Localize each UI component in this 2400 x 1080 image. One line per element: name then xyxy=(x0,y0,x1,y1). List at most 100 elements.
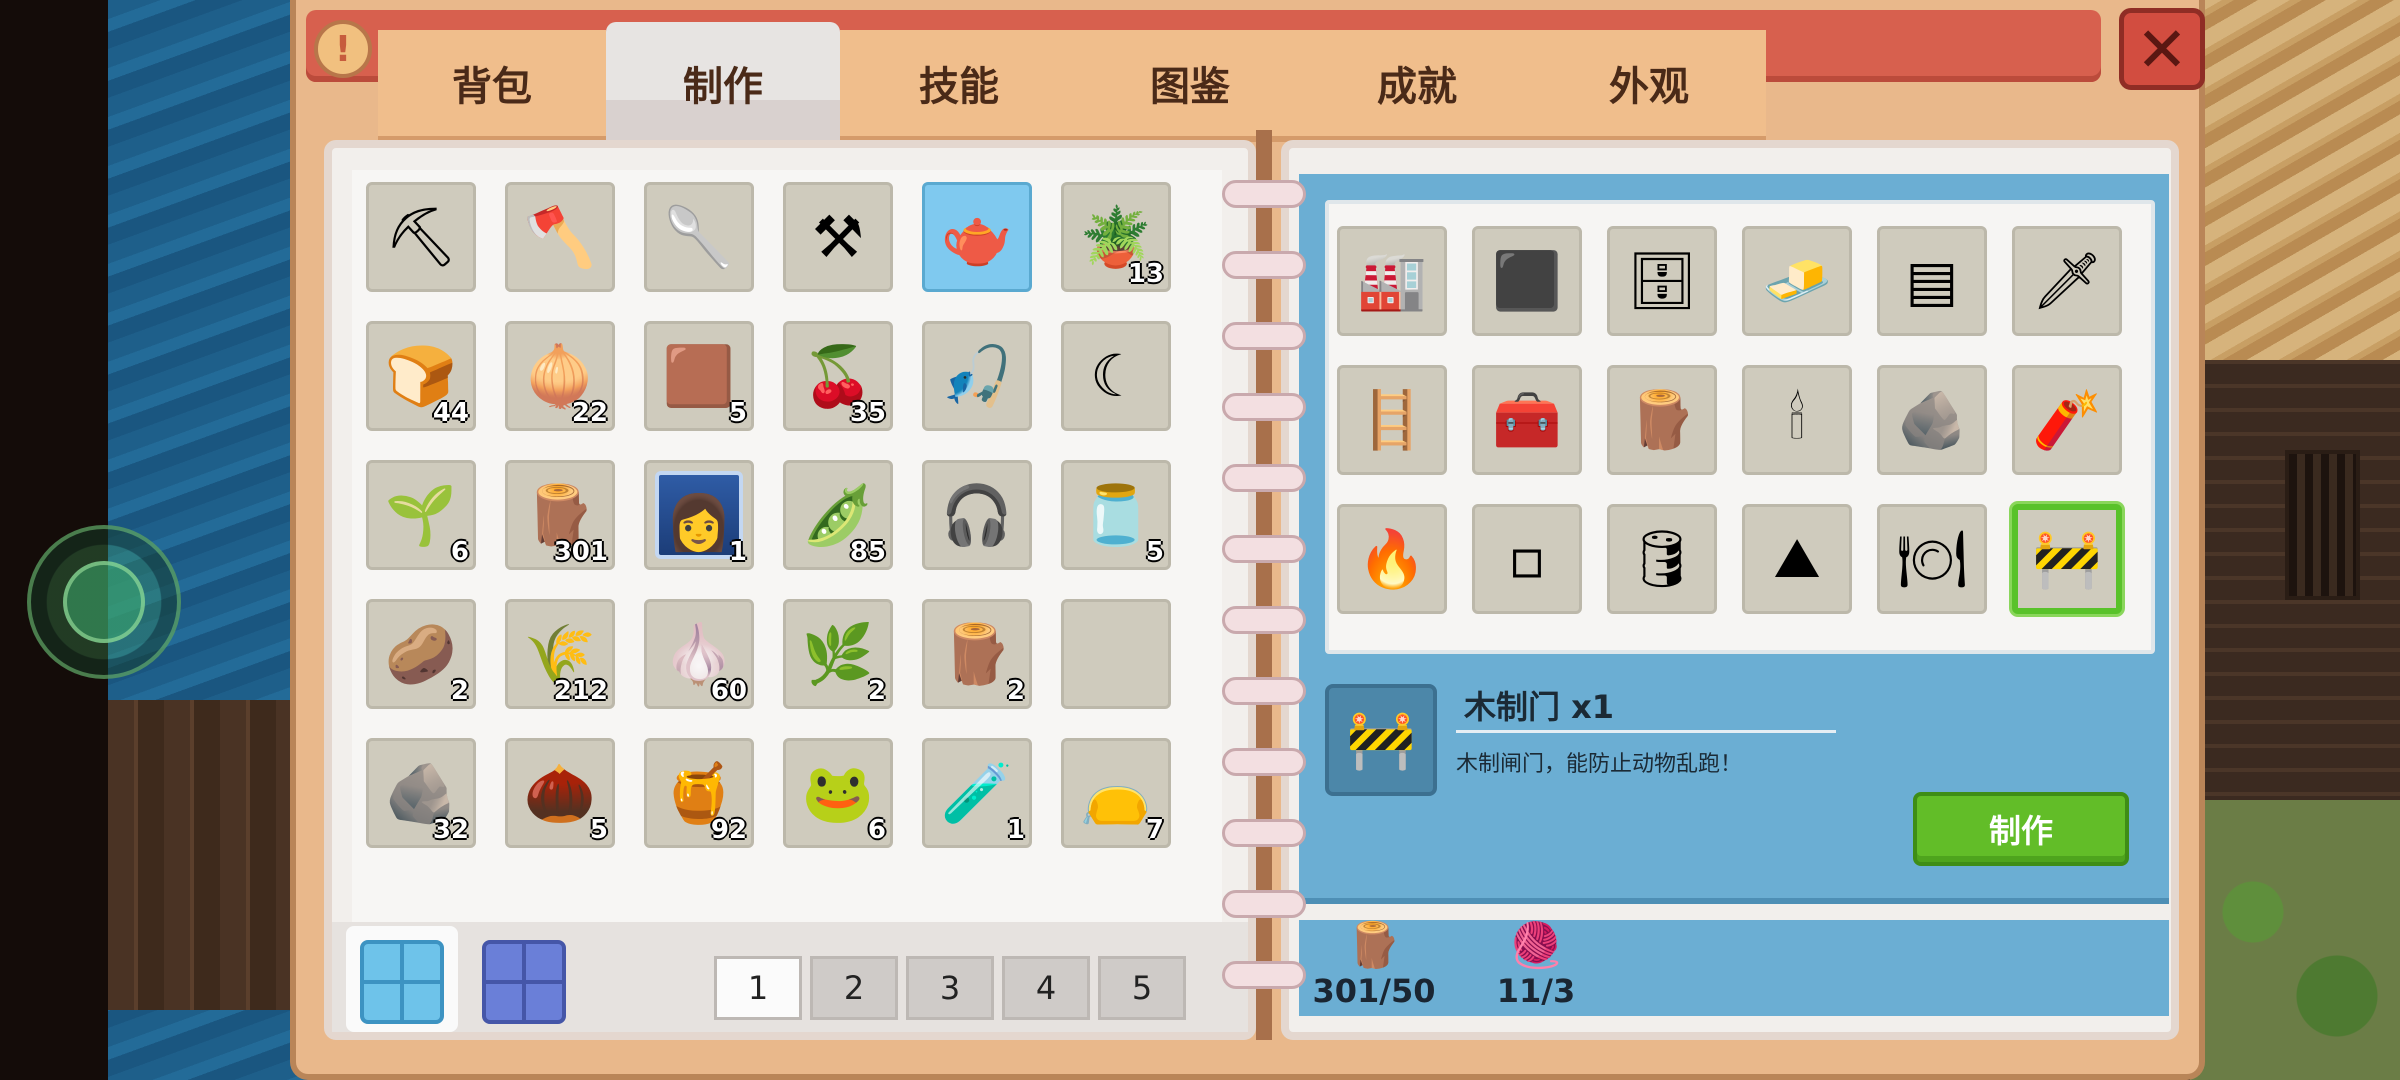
item-count: 212 xyxy=(553,676,608,706)
anvil-icon: ⬛ xyxy=(1492,249,1562,314)
item-count: 1 xyxy=(728,537,747,567)
recipe-slot[interactable]: 🧈 xyxy=(1742,226,1852,336)
binder-ring xyxy=(1222,322,1306,350)
recipe-slot[interactable]: ▤ xyxy=(1877,226,1987,336)
page-button-3[interactable]: 3 xyxy=(906,956,994,1020)
recipe-slot[interactable]: 🗡 xyxy=(2012,226,2122,336)
inventory-slot[interactable]: 🫖 xyxy=(922,182,1032,292)
joystick[interactable] xyxy=(27,525,181,679)
tab-achievements[interactable]: 成就 xyxy=(1302,30,1532,142)
chest-dark-icon: 🗄 xyxy=(1626,249,1698,314)
inventory-window: ! ✕ 背包 制作 技能 图鉴 成就 外观 ⛏ 🪓 🥄 ⚒ 🫖 🪴 13 🍞 44 🧅 22 🟫 5 🍒 3… xyxy=(290,0,2205,1080)
item-count: 5 xyxy=(589,815,608,845)
recipe-slot[interactable]: 🕯 xyxy=(1742,365,1852,475)
inventory-slot[interactable]: 🌾 212 xyxy=(505,599,615,709)
recipe-slot[interactable]: ⛰ xyxy=(1742,504,1852,614)
inventory-slot[interactable]: 🐸 6 xyxy=(783,738,893,848)
inventory-slot[interactable] xyxy=(1061,599,1171,709)
sprout-icon: 🌱 xyxy=(384,481,458,549)
recipe-slot[interactable]: 🗄 xyxy=(1607,226,1717,336)
grid-view-button[interactable] xyxy=(360,940,444,1024)
recipe-slot[interactable]: 🧨 xyxy=(2012,365,2122,475)
recipe-slot[interactable]: 🪜 xyxy=(1337,365,1447,475)
inventory-slot[interactable]: 🥄 xyxy=(644,182,754,292)
inventory-slot[interactable]: 👩 1 xyxy=(644,460,754,570)
recipe-slot[interactable]: 🛢 xyxy=(1607,504,1717,614)
seed-pot-icon: 🪴 xyxy=(1079,203,1153,271)
page-button-4[interactable]: 4 xyxy=(1002,956,1090,1020)
recipe-slot[interactable]: 🪵 xyxy=(1607,365,1717,475)
inventory-slot[interactable]: ⛏ xyxy=(366,182,476,292)
inventory-slot[interactable]: 🌿 2 xyxy=(783,599,893,709)
bean-icon: 🫛 xyxy=(801,481,875,549)
tab-appearance[interactable]: 外观 xyxy=(1532,30,1766,142)
inventory-slot[interactable]: 🎧 xyxy=(922,460,1032,570)
page-button-5[interactable]: 5 xyxy=(1098,956,1186,1020)
honey-jar-icon: 🍯 xyxy=(662,759,736,827)
recipe-slot[interactable]: 🍽 xyxy=(1877,504,1987,614)
recipe-slot[interactable]: 🧰 xyxy=(1472,365,1582,475)
torch-icon: 🕯 xyxy=(1789,387,1805,452)
recipe-slot[interactable]: 🏭 xyxy=(1337,226,1447,336)
recipe-description: 木制闸门，能防止动物乱跑！ xyxy=(1456,752,1743,777)
inventory-slot[interactable]: 🪴 13 xyxy=(1061,182,1171,292)
alt-grid-view-button[interactable] xyxy=(482,940,566,1024)
tab-skills[interactable]: 技能 xyxy=(840,30,1078,142)
tab-crafting[interactable]: 制作 xyxy=(606,22,840,150)
wooden-gate-icon: 🚧 xyxy=(1346,708,1416,773)
inventory-slot[interactable]: 🍯 92 xyxy=(644,738,754,848)
binder-ring xyxy=(1222,677,1306,705)
inventory-slot[interactable]: 🎣 xyxy=(922,321,1032,431)
inventory-slot[interactable]: 🍒 35 xyxy=(783,321,893,431)
recipe-slot[interactable]: 🔥 xyxy=(1337,504,1447,614)
wooden-gate-icon: 🚧 xyxy=(2032,527,2102,592)
craft-button[interactable]: 制作 xyxy=(1913,792,2129,866)
branch-icon: 🪵 xyxy=(1346,920,1402,971)
inventory-slot[interactable]: 🪨 32 xyxy=(366,738,476,848)
recipe-slot[interactable]: ⬛ xyxy=(1472,226,1582,336)
inventory-slot[interactable]: 🌱 6 xyxy=(366,460,476,570)
inventory-slot[interactable]: 🧪 1 xyxy=(922,738,1032,848)
planks-icon: 🪵 xyxy=(1627,388,1697,453)
item-count: 35 xyxy=(849,398,886,428)
inventory-slot[interactable]: 🥔 2 xyxy=(366,599,476,709)
binder-ring xyxy=(1222,961,1306,989)
inventory-slot[interactable]: 🫙 5 xyxy=(1061,460,1171,570)
recipe-slot[interactable]: 🪨 xyxy=(1877,365,1987,475)
inventory-slot[interactable]: 🪓 xyxy=(505,182,615,292)
inventory-slot[interactable]: 🍞 44 xyxy=(366,321,476,431)
inventory-slot[interactable]: 🫛 85 xyxy=(783,460,893,570)
recipe-slot[interactable]: ▫ xyxy=(1472,504,1582,614)
inventory-slot[interactable]: 🧄 60 xyxy=(644,599,754,709)
inventory-slot[interactable]: ⚒ xyxy=(783,182,893,292)
page-button-2[interactable]: 2 xyxy=(810,956,898,1020)
binder-ring xyxy=(1222,251,1306,279)
item-count: 85 xyxy=(849,537,886,567)
hoe-icon: ⚒ xyxy=(812,203,864,271)
recipe-slot[interactable]: 🚧 xyxy=(2012,504,2122,614)
binder-ring xyxy=(1222,535,1306,563)
inventory-slot[interactable]: 🪵 2 xyxy=(922,599,1032,709)
binder-ring xyxy=(1222,748,1306,776)
page-button-1[interactable]: 1 xyxy=(714,956,802,1020)
inventory-slot[interactable]: 👝 7 xyxy=(1061,738,1171,848)
inventory-slot[interactable]: 🪵 301 xyxy=(505,460,615,570)
inventory-slot[interactable]: 🧅 22 xyxy=(505,321,615,431)
tab-backpack[interactable]: 背包 xyxy=(378,30,606,142)
inventory-slot[interactable]: ☾ xyxy=(1061,321,1171,431)
rock-icon: ⛰ xyxy=(1773,526,1821,591)
joystick-knob[interactable] xyxy=(63,561,145,643)
item-count: 2 xyxy=(1006,676,1025,706)
info-button[interactable]: ! xyxy=(314,20,372,78)
tab-bar: 背包 制作 技能 图鉴 成就 外观 xyxy=(378,22,1788,150)
inventory-slot[interactable]: 🌰 5 xyxy=(505,738,615,848)
binder-ring xyxy=(1222,393,1306,421)
close-button[interactable]: ✕ xyxy=(2119,8,2205,90)
selected-recipe-icon: 🚧 xyxy=(1325,684,1437,796)
dirt-icon: 🟫 xyxy=(662,342,736,410)
item-count: 7 xyxy=(1145,815,1164,845)
seeds-icon: 🌰 xyxy=(523,759,597,827)
inventory-slot[interactable]: 🟫 5 xyxy=(644,321,754,431)
tab-collection[interactable]: 图鉴 xyxy=(1078,30,1302,142)
slime-pet-icon: 🐸 xyxy=(801,759,875,827)
